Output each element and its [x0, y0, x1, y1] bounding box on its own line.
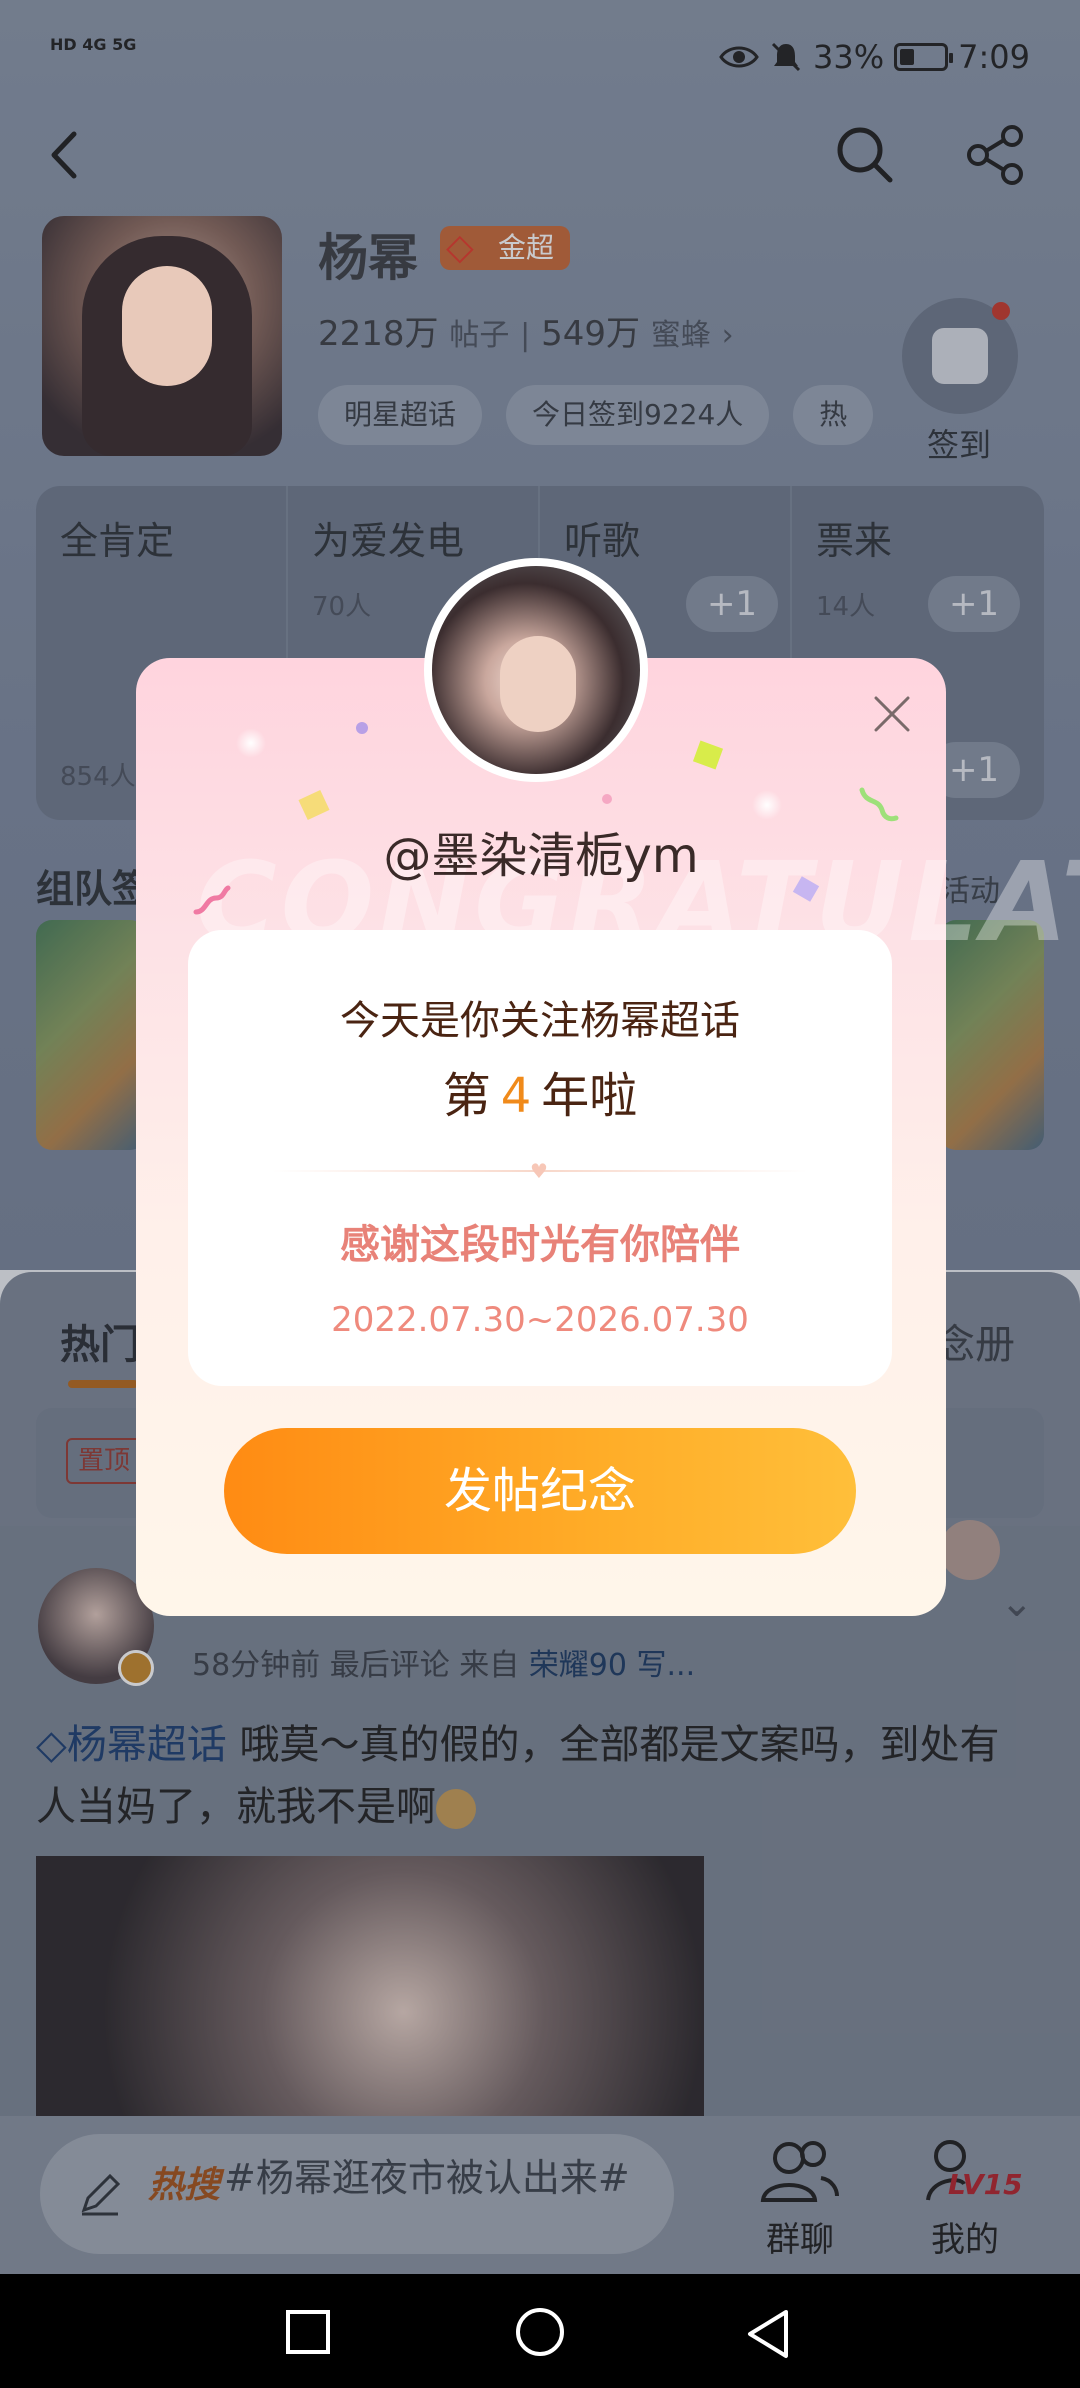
thanks-text: 感谢这段时光有你陪伴 [340, 1222, 740, 1268]
page: HD 4G 5G 33% 7:09 杨幂 ◇ 金超 2218万 帖子 | 549… [0, 0, 1080, 2388]
home-icon[interactable] [514, 2308, 566, 2360]
back-triangle-icon[interactable] [744, 2308, 792, 2360]
anniversary-line1: 今天是你关注杨幂超话 [340, 998, 740, 1044]
user-avatar-face [500, 636, 576, 732]
system-nav-bar [0, 2274, 1080, 2388]
date-range: 2022.07.30~2026.07.30 [331, 1300, 749, 1340]
post-commemorate-button[interactable]: 发帖纪念 [224, 1428, 856, 1554]
sparkle [236, 728, 266, 758]
user-avatar [424, 558, 648, 782]
confetti-dot [602, 794, 612, 804]
anniversary-card: 今天是你关注杨幂超话 第 4 年啦 ♥ 感谢这段时光有你陪伴 2022.07.30~… [188, 930, 892, 1386]
line2-prefix: 第 [442, 1068, 491, 1124]
confetti-squiggle [193, 885, 231, 915]
line2-suffix: 年啦 [541, 1068, 638, 1124]
close-icon[interactable] [864, 686, 920, 742]
avatar-face [122, 266, 212, 386]
recent-apps-icon[interactable] [284, 2308, 332, 2356]
anniversary-line2: 第 4 年啦 [188, 1056, 892, 1126]
anniversary-modal: CONGRATULATE @墨染清栀ym 今天是你关注杨幂超话 第4年啦 ♥ 感… [136, 558, 1080, 1616]
heart-icon: ♥ [530, 1159, 548, 1183]
confetti-dot [356, 722, 368, 734]
confetti-square [692, 740, 724, 770]
user-avatar-photo [432, 566, 640, 774]
modal-username: @墨染清栀ym [383, 828, 699, 884]
years-number: 4 [500, 1068, 532, 1124]
